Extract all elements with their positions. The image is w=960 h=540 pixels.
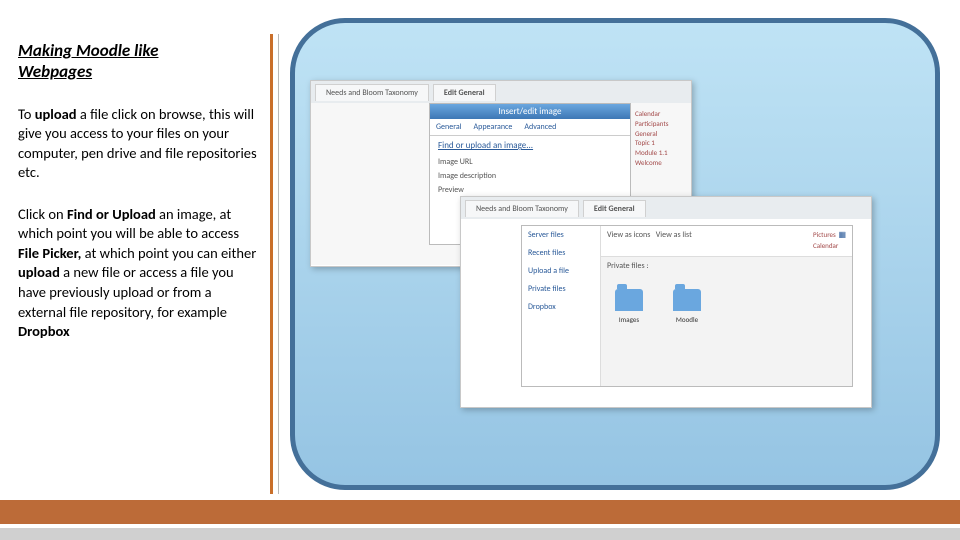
paragraph-1: To upload a file click on browse, this w… (18, 105, 258, 183)
left-text-column: Making Moodle like Webpages To upload a … (18, 40, 258, 364)
preview-label: Preview (430, 183, 630, 197)
dialog-tab-advanced: Advanced (518, 119, 562, 135)
folder-label: Moodle (673, 315, 701, 324)
side2-item: Calendar (813, 240, 867, 251)
fp-nav-dropbox: Dropbox (522, 298, 600, 316)
divider-gray (278, 34, 279, 494)
paragraph-2: Click on Find or Upload an image, at whi… (18, 205, 258, 342)
p2-b4: Dropbox (18, 322, 70, 340)
folder-label: Images (615, 315, 643, 324)
p2-b2: File Picker, (18, 244, 81, 262)
p1-t1: To (18, 105, 35, 123)
dialog-tabs: General Appearance Advanced (430, 119, 630, 136)
fp-nav-private: Private files (522, 280, 600, 298)
fp-view-icons: View as icons (607, 230, 650, 240)
footer-bar-gray (0, 528, 960, 540)
p2-t1: Click on (18, 205, 67, 223)
image-url-label: Image URL (430, 155, 630, 169)
dialog-tab-appearance: Appearance (468, 119, 519, 135)
moodle-sidebar-1: Calendar Participants General Topic 1 Mo… (635, 109, 685, 168)
file-picker-dialog: Server files Recent files Upload a file … (521, 225, 853, 387)
folder-images: Images (615, 289, 643, 324)
p2-t3: at which point you can either (81, 244, 256, 262)
fp-nav-upload: Upload a file (522, 262, 600, 280)
tab-moodle-page-1: Needs and Bloom Taxonomy (315, 84, 429, 101)
fp-breadcrumb: Private files : (601, 257, 852, 275)
side2-item: Pictures (813, 229, 867, 240)
divider-orange (270, 34, 273, 494)
side1-item: General (635, 129, 685, 139)
title-line1: Making Moodle like (18, 40, 158, 61)
fp-nav-server: Server files (522, 226, 600, 244)
p2-b1: Find or Upload (67, 205, 156, 223)
file-picker-nav: Server files Recent files Upload a file … (522, 226, 601, 386)
browser-tabs-2: Needs and Bloom Taxonomy Edit General (461, 197, 871, 219)
side1-item: Module 1.1 Welcome (635, 148, 685, 168)
footer-bar-orange (0, 500, 960, 524)
browser-tabs-1: Needs and Bloom Taxonomy Edit General (311, 81, 691, 103)
side1-item: Participants (635, 119, 685, 129)
tab-moodle-page-2: Needs and Bloom Taxonomy (465, 200, 579, 217)
screenshot2-body: Server files Recent files Upload a file … (461, 219, 871, 405)
side1-item: Topic 1 (635, 138, 685, 148)
folder-moodle: Moodle (673, 289, 701, 324)
dialog-tab-general: General (430, 119, 468, 135)
image-desc-label: Image description (430, 169, 630, 183)
tab-edit-general-1: Edit General (433, 84, 496, 101)
folder-icon (615, 289, 643, 311)
moodle-sidebar-2: Pictures Calendar (813, 229, 867, 251)
find-upload-link: Find or upload an image... (430, 136, 630, 155)
p1-b1: upload (35, 105, 77, 123)
title-line2: Webpages (18, 61, 92, 82)
screenshot-file-picker: Needs and Bloom Taxonomy Edit General Se… (460, 196, 872, 408)
p2-b3: upload (18, 263, 60, 281)
fp-nav-recent: Recent files (522, 244, 600, 262)
side1-item: Calendar (635, 109, 685, 119)
slide-title: Making Moodle like Webpages (18, 40, 258, 83)
dialog-title: Insert/edit image (430, 104, 630, 119)
fp-view-list: View as list (656, 230, 692, 240)
folder-icon (673, 289, 701, 311)
tab-edit-general-2: Edit General (583, 200, 646, 217)
file-picker-folders: Images Moodle (601, 275, 852, 338)
